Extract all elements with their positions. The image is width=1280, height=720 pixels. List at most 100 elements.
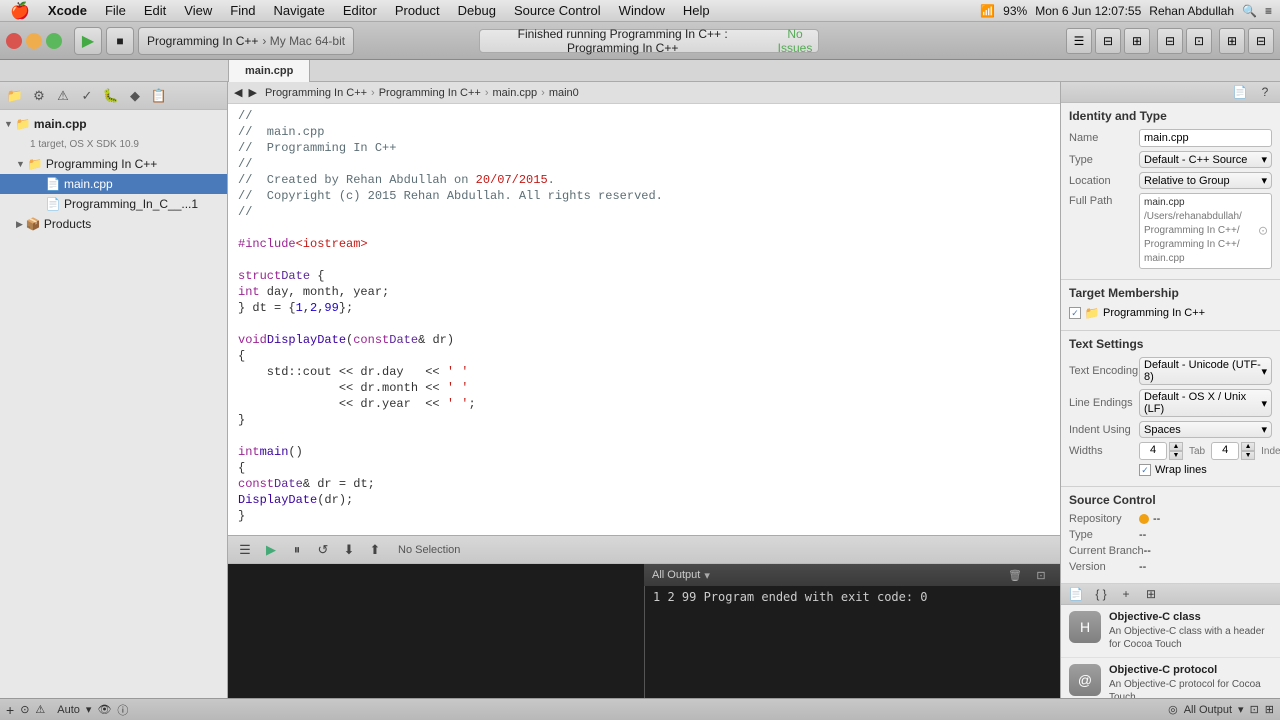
menu-source-control[interactable]: Source Control [512,3,603,18]
identity-title: Identity and Type [1069,109,1272,123]
version-value: -- [1139,561,1146,573]
indent-width-input[interactable]: 4 [1211,442,1239,460]
indent-dropdown[interactable]: Spaces▾ [1139,421,1272,438]
sidebar-debug-btn[interactable]: 🐛 [100,86,122,106]
text-settings-title: Text Settings [1069,337,1272,351]
file-tab-main-cpp[interactable]: main.cpp [228,60,310,82]
template-objc-class[interactable]: H Objective-C class An Objective-C class… [1061,605,1280,658]
output-clear-btn[interactable]: 🗑 [1004,565,1026,585]
inspector-toggle-btn[interactable]: ⊟ [1248,28,1274,54]
target-checkbox[interactable] [1069,307,1081,319]
code-editor[interactable]: // // main.cpp // Programming In C++ // … [228,104,1060,535]
rp-grid-btn[interactable]: ⊞ [1140,584,1162,604]
bottom-play-btn[interactable]: ▶ [260,540,282,560]
status-plus-btn[interactable]: + [6,702,14,718]
target-name: Programming In C++ [1103,307,1205,319]
menu-xcode[interactable]: Xcode [46,3,89,18]
status-encoding-btn[interactable]: ◎ [1168,703,1178,716]
indent-width-down[interactable]: ▼ [1241,451,1255,460]
rp-quick-btn[interactable]: ? [1254,82,1276,102]
sidebar-item-products[interactable]: ▶ 📦 Products [0,214,227,234]
rp-plus-btn[interactable]: + [1115,584,1137,604]
breadcrumb-part-1[interactable]: Programming In C++ [379,87,481,99]
tab-width-up[interactable]: ▲ [1169,442,1183,451]
breadcrumb-back-btn[interactable]: ◀ [234,86,242,99]
sidebar-item-prog-file[interactable]: 📄 Programming_In_C__...1 [0,194,227,214]
status-output-chevron[interactable]: ▾ [1238,703,1244,716]
sidebar-test-btn[interactable]: ✓ [76,86,98,106]
apple-menu[interactable]: 🍎 [8,1,32,21]
bottom-refresh-btn[interactable]: ↺ [312,540,334,560]
menu-navigate[interactable]: Navigate [272,3,327,18]
status-layout-btn[interactable]: ⊞ [1265,703,1274,716]
rp-code-btn[interactable]: { } [1090,584,1112,604]
menu-debug[interactable]: Debug [456,3,498,18]
navigator-toggle-btn[interactable]: ☰ [1066,28,1092,54]
encoding-dropdown[interactable]: Default - Unicode (UTF-8)▾ [1139,357,1272,385]
search-icon[interactable]: 🔍 [1242,4,1257,18]
name-input[interactable]: main.cpp [1139,129,1272,147]
widths-label: Widths [1069,445,1139,457]
indent-width-up[interactable]: ▲ [1241,442,1255,451]
menu-file[interactable]: File [103,3,128,18]
breadcrumb-part-2[interactable]: main.cpp [493,87,538,99]
menu-view[interactable]: View [182,3,214,18]
lineendings-dropdown[interactable]: Default - OS X / Unix (LF)▾ [1139,389,1272,417]
repo-row: Repository -- [1069,513,1272,525]
rp-bottom-toolbar: 📄 { } + ⊞ [1061,584,1280,605]
status-info-btn[interactable]: ⓘ [117,702,128,718]
breadcrumb-sep-0: › [371,87,375,99]
breadcrumb: ◀ ▶ Programming In C++ › Programming In … [228,82,1060,104]
status-warning-btn[interactable]: ⚠ [35,703,45,716]
editor-standard-btn[interactable]: ⊞ [1124,28,1150,54]
sidebar-warning-btn[interactable]: ⚠ [52,86,74,106]
window-minimize-btn[interactable] [26,33,42,49]
bottom-up-btn[interactable]: ⬆ [364,540,386,560]
status-eye-btn[interactable]: 👁 [97,703,111,716]
tab-width-input[interactable]: 4 [1139,442,1167,460]
editor-assistant-btn[interactable]: ⊟ [1157,28,1183,54]
debug-toggle-btn[interactable]: ⊟ [1095,28,1121,54]
status-split-btn[interactable]: ⊡ [1250,703,1259,716]
sidebar-item-main-cpp[interactable]: 📄 main.cpp [0,174,227,194]
sidebar-source-btn[interactable]: ⚙ [28,86,50,106]
wrap-checkbox[interactable] [1139,464,1151,476]
project-title: main.cpp [34,117,87,131]
output-split-btn[interactable]: ⊡ [1030,565,1052,585]
status-nav-btn[interactable]: ⊙ [20,703,29,716]
scheme-selector[interactable]: Programming In C++ › My Mac 64-bit [138,27,354,55]
tab-width-down[interactable]: ▼ [1169,451,1183,460]
menu-editor[interactable]: Editor [341,3,379,18]
stop-button[interactable]: ■ [106,27,134,55]
breadcrumb-part-3[interactable]: main0 [549,87,579,99]
breadcrumb-part-0[interactable]: Programming In C++ [265,87,367,99]
menu-find[interactable]: Find [228,3,257,18]
main-layout: 📁 ⚙ ⚠ ✓ 🐛 ◆ 📋 ▼ 📁 main.cpp 1 target, OS … [0,82,1280,720]
editor-console-panel[interactable] [228,564,644,720]
run-button[interactable]: ▶ [74,27,102,55]
breadcrumb-forward-btn[interactable]: ▶ [248,86,256,99]
window-close-btn[interactable] [6,33,22,49]
editor-version-btn[interactable]: ⊡ [1186,28,1212,54]
fullpath-reveal-icon[interactable]: ⊙ [1258,223,1268,240]
menu-window[interactable]: Window [617,3,667,18]
window-zoom-btn[interactable] [46,33,62,49]
rp-file2-btn[interactable]: 📄 [1065,584,1087,604]
sidebar-log-btn[interactable]: 📋 [148,86,170,106]
rp-file-btn[interactable]: 📄 [1229,82,1251,102]
type-dropdown[interactable]: Default - C++ Source▾ [1139,151,1272,168]
utility-toggle-btn[interactable]: ⊞ [1219,28,1245,54]
bottom-down-btn[interactable]: ⬇ [338,540,360,560]
menu-help[interactable]: Help [681,3,712,18]
sidebar-folder-btn[interactable]: 📁 [4,86,26,106]
auto-chevron[interactable]: ▾ [86,703,92,716]
sidebar-item-group[interactable]: ▼ 📁 Programming In C++ [0,154,227,174]
sidebar-breakpoint-btn[interactable]: ◆ [124,86,146,106]
bottom-sidebar-btn[interactable]: ☰ [234,540,256,560]
menu-edit[interactable]: Edit [142,3,168,18]
sidebar-item-project-header[interactable]: ▼ 📁 main.cpp [0,114,227,134]
menu-icon[interactable]: ≡ [1265,4,1272,18]
bottom-pause-btn[interactable]: ⏸ [286,540,308,560]
location-dropdown[interactable]: Relative to Group▾ [1139,172,1272,189]
menu-product[interactable]: Product [393,3,442,18]
